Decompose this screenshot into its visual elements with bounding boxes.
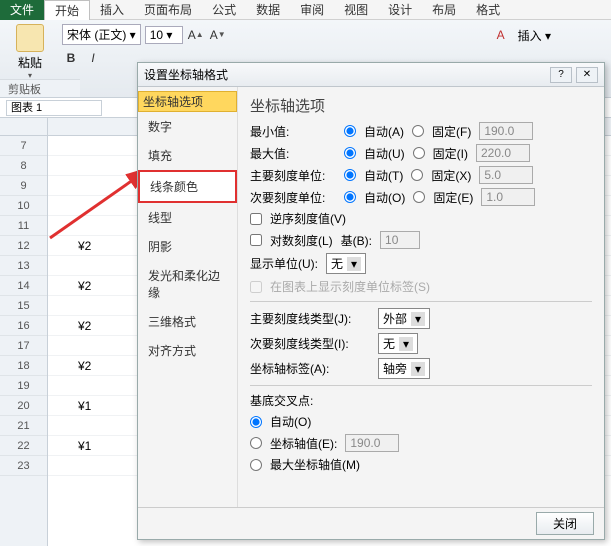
format-axis-dialog: 设置坐标轴格式 ? ✕ 坐标轴选项 数字 填充 线条颜色 线型 阴影 发光和柔化… bbox=[137, 62, 605, 540]
row-header[interactable]: 9 bbox=[0, 176, 47, 196]
bold-button[interactable]: B bbox=[62, 49, 80, 67]
major-unit-label: 主要刻度单位: bbox=[250, 167, 336, 184]
row-header[interactable]: 22 bbox=[0, 436, 47, 456]
tab-insert[interactable]: 插入 bbox=[90, 0, 134, 20]
tab-home[interactable]: 开始 bbox=[44, 0, 90, 20]
max-label: 最大值: bbox=[250, 145, 336, 162]
nav-number[interactable]: 数字 bbox=[138, 112, 237, 141]
max-value-input[interactable] bbox=[476, 144, 530, 162]
cross-auto-radio[interactable] bbox=[250, 416, 262, 428]
minor-value-input[interactable] bbox=[481, 188, 535, 206]
row-header[interactable]: 19 bbox=[0, 376, 47, 396]
major-fixed-radio[interactable] bbox=[411, 169, 423, 181]
font-name-select[interactable]: 宋体 (正文) ▾ bbox=[62, 24, 141, 45]
nav-3d[interactable]: 三维格式 bbox=[138, 307, 237, 336]
clipboard-icon bbox=[16, 24, 44, 52]
paste-label: 粘贴 bbox=[18, 54, 42, 71]
nav-axis-options[interactable]: 坐标轴选项 bbox=[138, 91, 237, 112]
minor-auto-radio[interactable] bbox=[344, 191, 356, 203]
row-header[interactable]: 7 bbox=[0, 136, 47, 156]
row-header[interactable]: 23 bbox=[0, 456, 47, 476]
tab-chart-layout[interactable]: 布局 bbox=[422, 0, 466, 20]
row-header[interactable]: 13 bbox=[0, 256, 47, 276]
row-header[interactable]: 15 bbox=[0, 296, 47, 316]
dialog-content: 坐标轴选项 最小值: 自动(A) 固定(F) 最大值: 自动(U) 固定(I) … bbox=[238, 87, 604, 507]
nav-line-color[interactable]: 线条颜色 bbox=[138, 170, 237, 203]
min-label: 最小值: bbox=[250, 123, 336, 140]
tab-data[interactable]: 数据 bbox=[246, 0, 290, 20]
row-headers: 7891011121314151617181920212223 bbox=[0, 136, 48, 546]
nav-glow[interactable]: 发光和柔化边缘 bbox=[138, 261, 237, 307]
tab-file[interactable]: 文件 bbox=[0, 0, 44, 20]
font-size-select[interactable]: 10 ▾ bbox=[145, 26, 183, 44]
min-fixed-radio[interactable] bbox=[412, 125, 424, 137]
row-header[interactable]: 21 bbox=[0, 416, 47, 436]
minor-unit-label: 次要刻度单位: bbox=[250, 189, 336, 206]
cross-max-radio[interactable] bbox=[250, 459, 262, 471]
dialog-title: 设置坐标轴格式 bbox=[144, 66, 228, 83]
major-value-input[interactable] bbox=[479, 166, 533, 184]
min-value-input[interactable] bbox=[479, 122, 533, 140]
close-button[interactable]: 关闭 bbox=[536, 512, 594, 535]
row-header[interactable]: 17 bbox=[0, 336, 47, 356]
close-icon[interactable]: ✕ bbox=[576, 67, 598, 83]
font-color-icon[interactable]: A bbox=[492, 26, 510, 44]
content-heading: 坐标轴选项 bbox=[250, 95, 592, 116]
menu-tabs: 文件 开始 插入 页面布局 公式 数据 审阅 视图 设计 布局 格式 bbox=[0, 0, 611, 20]
grow-font-icon[interactable]: A▲ bbox=[187, 26, 205, 44]
crosses-label: 基底交叉点: bbox=[250, 392, 592, 409]
tab-review[interactable]: 审阅 bbox=[290, 0, 334, 20]
tab-design[interactable]: 设计 bbox=[378, 0, 422, 20]
log-base-input[interactable] bbox=[380, 231, 420, 249]
insert-menu[interactable]: 插入 ▾ bbox=[518, 27, 551, 44]
row-header[interactable]: 10 bbox=[0, 196, 47, 216]
shrink-font-icon[interactable]: A▼ bbox=[209, 26, 227, 44]
tab-view[interactable]: 视图 bbox=[334, 0, 378, 20]
row-header[interactable]: 12 bbox=[0, 236, 47, 256]
dialog-titlebar[interactable]: 设置坐标轴格式 ? ✕ bbox=[138, 63, 604, 87]
tab-format[interactable]: 格式 bbox=[466, 0, 510, 20]
max-auto-radio[interactable] bbox=[344, 147, 356, 159]
name-box[interactable]: 图表 1 bbox=[6, 100, 102, 116]
italic-button[interactable]: I bbox=[84, 49, 102, 67]
major-auto-radio[interactable] bbox=[344, 169, 356, 181]
display-unit-select[interactable]: 无▾ bbox=[326, 253, 366, 274]
nav-fill[interactable]: 填充 bbox=[138, 141, 237, 170]
row-header[interactable]: 11 bbox=[0, 216, 47, 236]
major-tick-select[interactable]: 外部▾ bbox=[378, 308, 430, 329]
row-header[interactable]: 18 bbox=[0, 356, 47, 376]
cross-value-radio[interactable] bbox=[250, 437, 262, 449]
cross-value-input[interactable] bbox=[345, 434, 399, 452]
clipboard-group-label: 剪贴板 bbox=[0, 79, 80, 97]
nav-shadow[interactable]: 阴影 bbox=[138, 232, 237, 261]
nav-line-style[interactable]: 线型 bbox=[138, 203, 237, 232]
row-header[interactable]: 14 bbox=[0, 276, 47, 296]
help-icon[interactable]: ? bbox=[550, 67, 572, 83]
show-unit-label-checkbox bbox=[250, 281, 262, 293]
log-checkbox[interactable] bbox=[250, 234, 262, 246]
reverse-checkbox[interactable] bbox=[250, 213, 262, 225]
row-header[interactable]: 8 bbox=[0, 156, 47, 176]
row-header[interactable]: 20 bbox=[0, 396, 47, 416]
select-all-corner[interactable] bbox=[0, 118, 48, 136]
tab-page-layout[interactable]: 页面布局 bbox=[134, 0, 202, 20]
tab-formula[interactable]: 公式 bbox=[202, 0, 246, 20]
dialog-nav: 坐标轴选项 数字 填充 线条颜色 线型 阴影 发光和柔化边缘 三维格式 对齐方式 bbox=[138, 87, 238, 507]
paste-button[interactable]: 粘贴 ▾ bbox=[6, 24, 54, 80]
min-auto-radio[interactable] bbox=[344, 125, 356, 137]
nav-alignment[interactable]: 对齐方式 bbox=[138, 336, 237, 365]
minor-fixed-radio[interactable] bbox=[413, 191, 425, 203]
row-header[interactable]: 16 bbox=[0, 316, 47, 336]
axis-label-select[interactable]: 轴旁▾ bbox=[378, 358, 430, 379]
max-fixed-radio[interactable] bbox=[413, 147, 425, 159]
minor-tick-select[interactable]: 无▾ bbox=[378, 333, 418, 354]
